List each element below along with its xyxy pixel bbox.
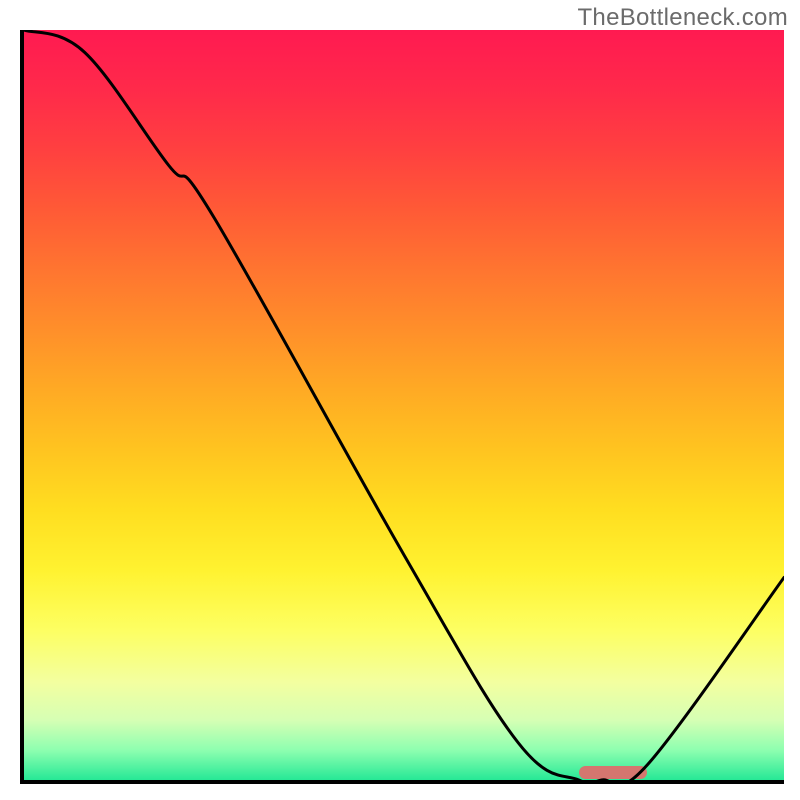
optimal-marker [579, 766, 647, 779]
watermark-text: TheBottleneck.com [577, 4, 788, 32]
plot-area [20, 30, 784, 784]
gradient-background [24, 30, 784, 780]
chart-container: TheBottleneck.com [0, 0, 800, 800]
